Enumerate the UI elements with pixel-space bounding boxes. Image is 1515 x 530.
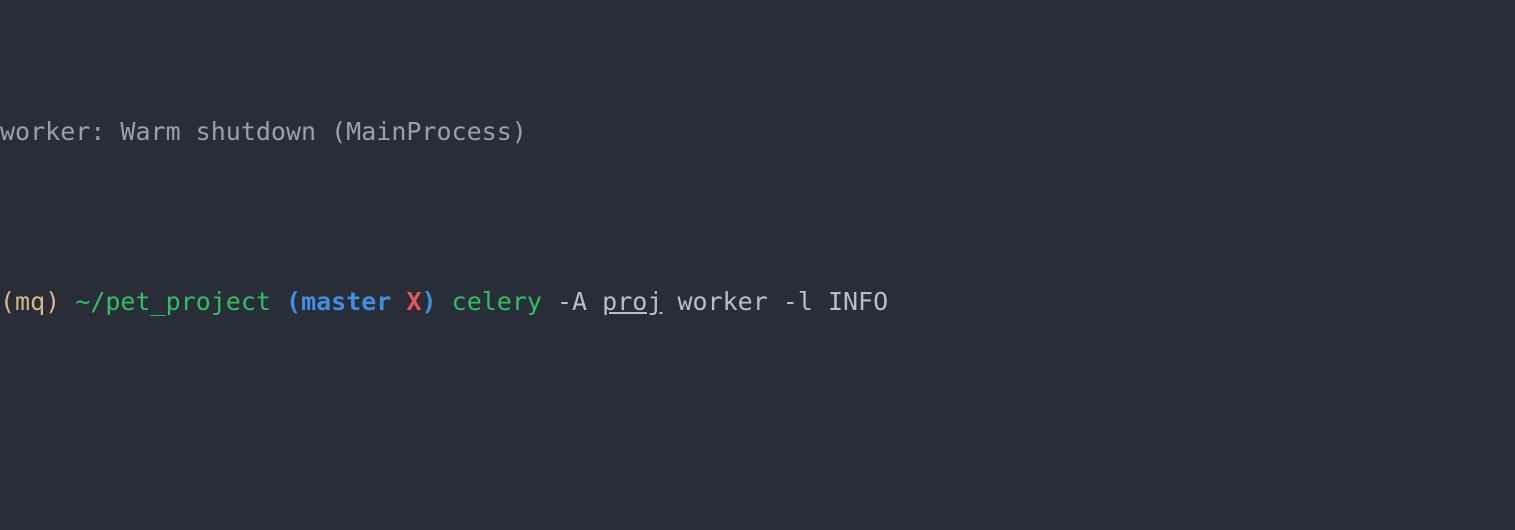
command-arg-app-flag: -A (541, 287, 603, 316)
cwd-path: ~/pet_project (75, 287, 271, 316)
blank-line-1 (0, 455, 1515, 489)
command-remaining-args: worker -l INFO (662, 287, 889, 316)
prompt-space-3 (437, 287, 452, 316)
terminal-window[interactable]: worker: Warm shutdown (MainProcess) (mq)… (0, 0, 1515, 530)
prompt-line[interactable]: (mq) ~/pet_project (master X) celery -A … (0, 285, 1515, 319)
command-name: celery (451, 287, 542, 316)
scrollback-text: worker: Warm shutdown (MainProcess) (0, 117, 527, 146)
blank-spacer (0, 457, 15, 486)
git-close-paren: ) (421, 287, 437, 316)
prompt-space-2 (271, 287, 286, 316)
git-branch-label: master (301, 287, 392, 316)
terminal-scrollback: worker: Warm shutdown (MainProcess) (mq)… (0, 0, 1515, 530)
git-space (391, 287, 406, 316)
venv-indicator: (mq) (0, 287, 61, 316)
prompt-space-1 (60, 287, 75, 316)
git-open-paren: ( (286, 287, 302, 316)
scrollback-line: worker: Warm shutdown (MainProcess) (0, 115, 1515, 149)
git-dirty-icon: X (406, 287, 422, 316)
command-app-module: proj (602, 287, 663, 316)
